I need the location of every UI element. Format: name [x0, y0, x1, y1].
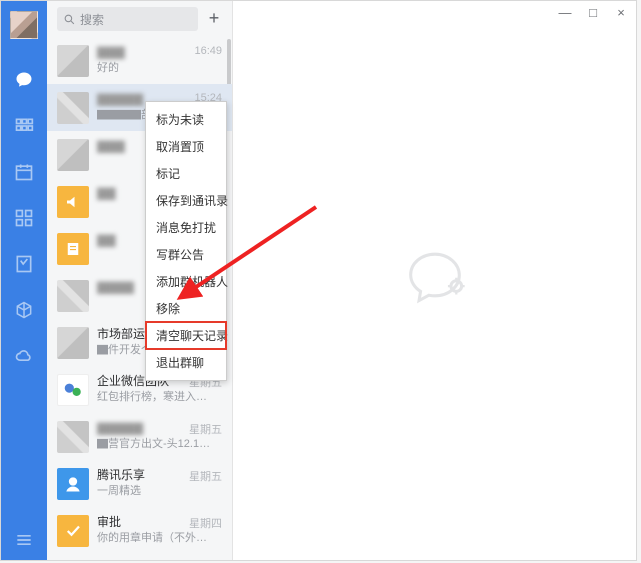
calendar-icon[interactable] — [14, 162, 34, 182]
chat-time: 星期四 — [189, 515, 222, 531]
context-menu-item[interactable]: 标记 — [146, 160, 226, 187]
chat-item[interactable]: 审批你的用章申请（不外…星期四 — [47, 507, 232, 554]
main-pane: — □ × — [233, 1, 636, 560]
maximize-button[interactable]: □ — [586, 5, 600, 20]
add-button[interactable]: + — [204, 9, 224, 29]
left-nav — [1, 1, 47, 560]
chat-item[interactable]: ▇▇▇▇▇▇营官方出文-头12.1…星期五 — [47, 413, 232, 460]
chat-subtitle: 好的 — [97, 61, 222, 75]
user-avatar[interactable] — [10, 11, 38, 39]
apps-icon[interactable] — [14, 208, 34, 228]
context-menu: 标为未读取消置顶标记保存到通讯录消息免打扰写群公告添加群机器人移除清空聊天记录退… — [145, 101, 227, 381]
chat-item[interactable]: 腾讯乐享一周精选星期五 — [47, 460, 232, 507]
context-menu-item[interactable]: 清空聊天记录 — [146, 322, 226, 349]
search-placeholder: 搜索 — [80, 11, 104, 28]
chat-item[interactable]: ▇▇▇好的16:49 — [47, 37, 232, 84]
context-menu-item[interactable]: 添加群机器人 — [146, 268, 226, 295]
box-icon[interactable] — [14, 300, 34, 320]
conversation-panel: 搜索 + ▇▇▇好的16:49▇▇▇▇▇▇▇▇▇部...15:24▇▇▇21分钟… — [47, 1, 233, 560]
chat-subtitle: 你的用章申请（不外… — [97, 531, 222, 545]
docs-icon[interactable] — [14, 254, 34, 274]
search-input[interactable]: 搜索 — [57, 7, 198, 31]
context-menu-item[interactable]: 保存到通讯录 — [146, 187, 226, 214]
chat-subtitle: 一周精选 — [97, 484, 222, 498]
context-menu-item[interactable]: 消息免打扰 — [146, 214, 226, 241]
window-controls: — □ × — [558, 5, 628, 20]
context-menu-item[interactable]: 移除 — [146, 295, 226, 322]
close-button[interactable]: × — [614, 5, 628, 20]
cloud-icon[interactable] — [14, 346, 34, 366]
chat-time: 星期五 — [189, 468, 222, 484]
chat-subtitle: ▇营官方出文-头12.1… — [97, 437, 222, 451]
chat-icon[interactable] — [14, 70, 34, 90]
context-menu-item[interactable]: 取消置顶 — [146, 133, 226, 160]
app-window: 搜索 + ▇▇▇好的16:49▇▇▇▇▇▇▇▇▇部...15:24▇▇▇21分钟… — [0, 0, 637, 561]
context-menu-item[interactable]: 写群公告 — [146, 241, 226, 268]
search-row: 搜索 + — [47, 1, 232, 37]
context-menu-item[interactable]: 退出群聊 — [146, 349, 226, 376]
chat-subtitle: 红包排行榜，寒进入… — [97, 390, 222, 404]
empty-chat-placeholder-icon — [397, 240, 473, 321]
chat-time: 16:49 — [194, 45, 222, 57]
context-menu-item[interactable]: 标为未读 — [146, 106, 226, 133]
minimize-button[interactable]: — — [558, 5, 572, 20]
menu-icon[interactable] — [14, 530, 34, 550]
contacts-icon[interactable] — [14, 116, 34, 136]
chat-time: 星期五 — [189, 421, 222, 437]
